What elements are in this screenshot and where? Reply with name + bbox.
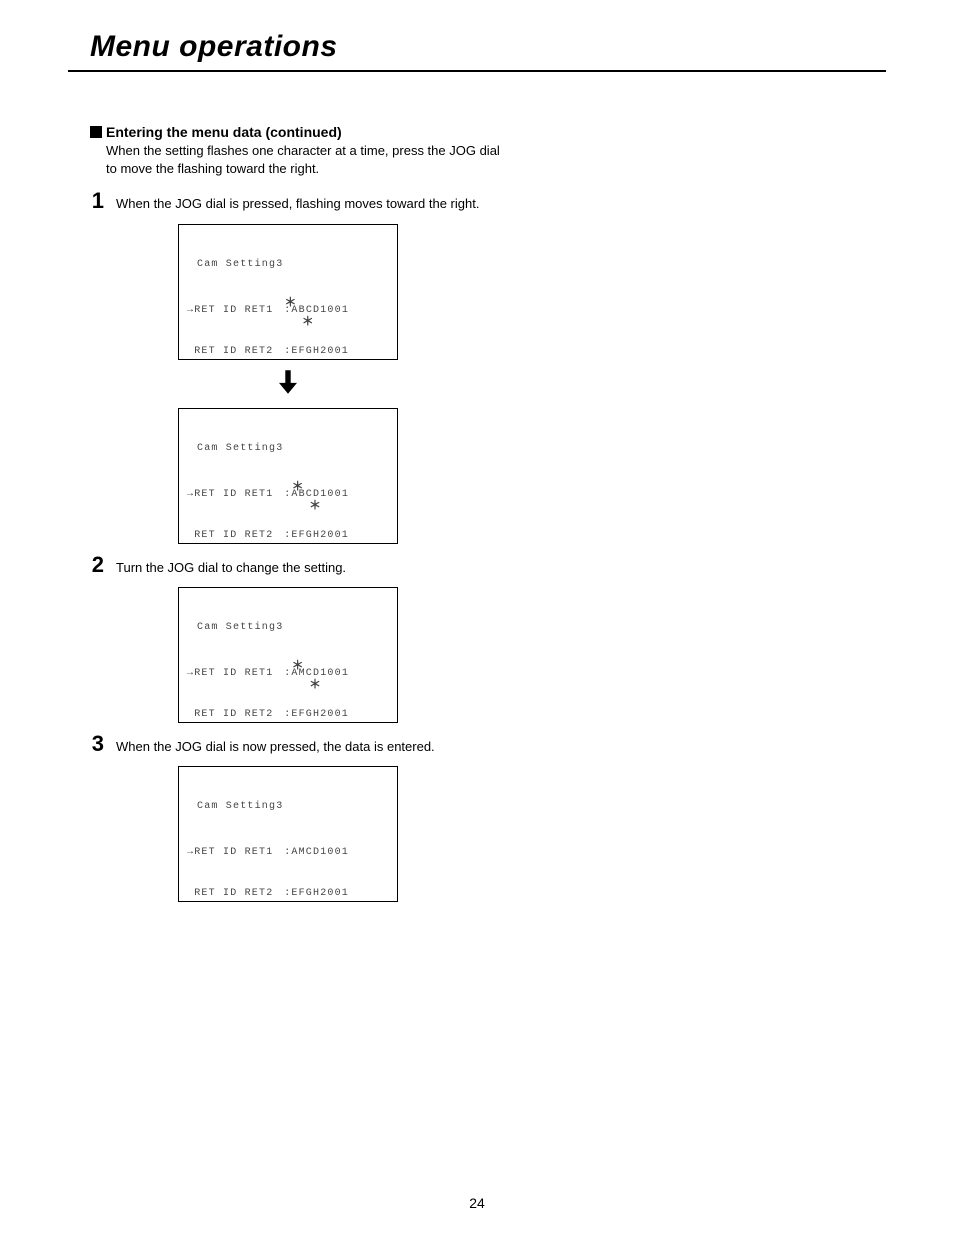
osd-row: RET ID RET2:EFGH2001	[187, 708, 387, 722]
section-title: Entering the menu data (continued)	[106, 124, 342, 140]
osd-row: RET ID RET2:EFGH2001	[187, 887, 387, 901]
osd-header: Cam Setting3	[197, 258, 387, 272]
osd-label: RET ID RET2	[194, 887, 284, 901]
osd-row: →RET ID RET1 :A＊BC＊D1001	[187, 488, 387, 502]
sparkle-icon: ＊	[284, 298, 295, 306]
sparkle-icon: ＊	[309, 501, 320, 509]
sparkle-icon: ＊	[309, 680, 320, 688]
step-text: When the JOG dial is pressed, flashing m…	[116, 190, 479, 213]
row-arrow-icon: →	[187, 488, 194, 502]
osd-screen: Cam Setting3 →RET ID RET1 :＊AB＊CD1001 RE…	[178, 224, 398, 360]
osd-label: RET ID RET2	[194, 708, 284, 722]
step-text: When the JOG dial is now pressed, the da…	[116, 733, 435, 756]
osd-header: Cam Setting3	[197, 621, 387, 635]
osd-row: RET ID RET2:EFGH2001	[187, 345, 387, 359]
row-arrow-icon	[187, 887, 194, 901]
osd-row: →RET ID RET1 :＊AB＊CD1001	[187, 304, 387, 318]
osd-label: RET ID RET1	[194, 667, 284, 681]
osd-value: :EFGH2001	[284, 708, 349, 722]
osd-label: RET ID RET2	[194, 529, 284, 543]
osd-header: Cam Setting3	[197, 800, 387, 814]
osd-row: →RET ID RET1 :A＊MC＊D1001	[187, 667, 387, 681]
row-arrow-icon: →	[187, 667, 194, 681]
osd-label: RET ID RET1	[194, 304, 284, 318]
sparkle-icon: ＊	[302, 317, 313, 325]
page-title: Menu operations	[90, 30, 864, 64]
osd-value: :EFGH2001	[284, 529, 349, 543]
flashing-chars: ＊AB＊	[291, 304, 305, 318]
osd-row: →RET ID RET1:AMCD1001	[187, 846, 387, 860]
screenshot-1: Cam Setting3 →RET ID RET1 :＊AB＊CD1001 RE…	[178, 224, 510, 360]
osd-header: Cam Setting3	[197, 442, 387, 456]
step-number: 2	[90, 554, 104, 576]
step-2: 2 Turn the JOG dial to change the settin…	[90, 554, 510, 577]
square-bullet-icon	[90, 126, 102, 138]
flashing-chars: ＊MC＊	[299, 667, 313, 681]
down-arrow-icon	[178, 370, 398, 400]
row-arrow-icon	[187, 708, 194, 722]
screenshot-3: Cam Setting3 →RET ID RET1 :A＊MC＊D1001 RE…	[178, 587, 510, 723]
page: Menu operations Entering the menu data (…	[0, 0, 954, 1237]
osd-value: :A＊BC＊D1001	[284, 488, 349, 502]
osd-screen: Cam Setting3 →RET ID RET1:AMCD1001 RET I…	[178, 766, 398, 902]
step-3: 3 When the JOG dial is now pressed, the …	[90, 733, 510, 756]
flashing-chars: ＊BC＊	[299, 488, 313, 502]
step-1: 1 When the JOG dial is pressed, flashing…	[90, 190, 510, 213]
osd-value: :AMCD1001	[284, 846, 349, 860]
osd-label: RET ID RET2	[194, 345, 284, 359]
sparkle-icon: ＊	[292, 661, 303, 669]
osd-value: :＊AB＊CD1001	[284, 304, 349, 318]
osd-label: RET ID RET1	[194, 488, 284, 502]
screenshot-4: Cam Setting3 →RET ID RET1:AMCD1001 RET I…	[178, 766, 510, 902]
screenshot-2: Cam Setting3 →RET ID RET1 :A＊BC＊D1001 RE…	[178, 408, 510, 544]
osd-value: :EFGH2001	[284, 345, 349, 359]
osd-label: RET ID RET1	[194, 846, 284, 860]
row-arrow-icon: →	[187, 304, 194, 318]
osd-row: RET ID RET2:EFGH2001	[187, 529, 387, 543]
step-text: Turn the JOG dial to change the setting.	[116, 554, 346, 577]
row-arrow-icon	[187, 529, 194, 543]
row-arrow-icon: →	[187, 846, 194, 860]
step-number: 1	[90, 190, 104, 212]
section-heading: Entering the menu data (continued)	[90, 124, 510, 140]
content-column: Entering the menu data (continued) When …	[90, 72, 510, 902]
row-arrow-icon	[187, 345, 194, 359]
osd-value: :A＊MC＊D1001	[284, 667, 349, 681]
step-number: 3	[90, 733, 104, 755]
sparkle-icon: ＊	[292, 482, 303, 490]
section-intro: When the setting flashes one character a…	[106, 142, 510, 178]
osd-value: :EFGH2001	[284, 887, 349, 901]
osd-screen: Cam Setting3 →RET ID RET1 :A＊BC＊D1001 RE…	[178, 408, 398, 544]
osd-screen: Cam Setting3 →RET ID RET1 :A＊MC＊D1001 RE…	[178, 587, 398, 723]
page-number: 24	[0, 1195, 954, 1211]
